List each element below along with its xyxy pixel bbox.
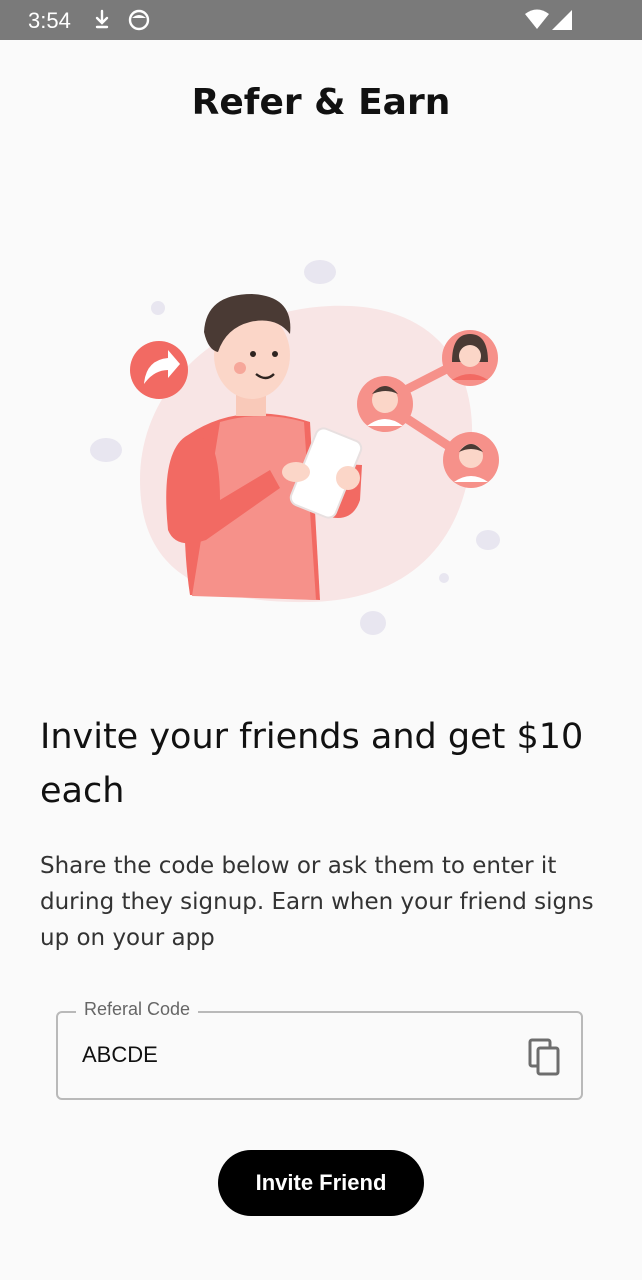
download-icon [92, 8, 112, 37]
status-bar: 3:54 [0, 0, 642, 40]
cell-signal-icon [550, 8, 574, 37]
status-time: 3:54 [28, 8, 71, 33]
referral-code-value: ABCDE [82, 1042, 158, 1067]
description: Share the code below or ask them to ente… [40, 853, 594, 951]
refer-illustration [80, 250, 520, 654]
referral-code-field[interactable]: Referal Code ABCDE [56, 999, 583, 1100]
headline: Invite your friends and get $10 each [40, 717, 584, 811]
face-icon [128, 8, 150, 37]
copy-icon[interactable] [527, 1037, 563, 1077]
referral-code-label: Referal Code [76, 999, 199, 1020]
page-title: Refer & Earn [191, 82, 451, 123]
wifi-icon [524, 8, 550, 37]
invite-friend-button[interactable]: Invite Friend [218, 1150, 424, 1216]
